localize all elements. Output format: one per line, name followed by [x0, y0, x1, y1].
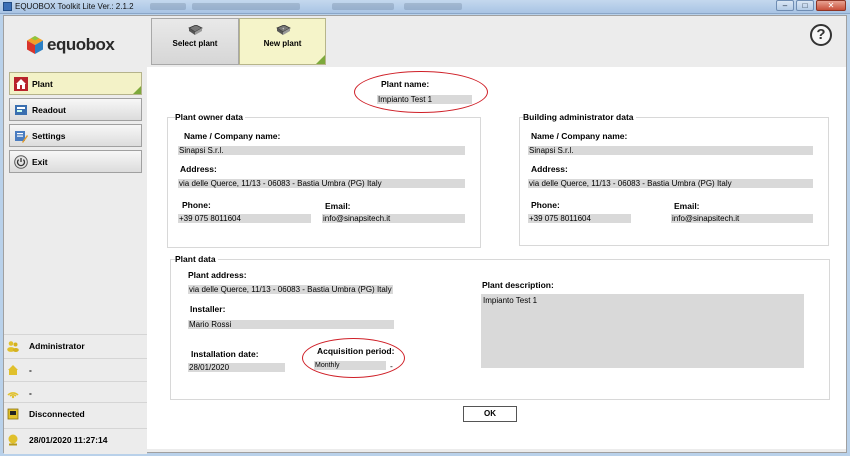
clock-icon — [8, 434, 18, 445]
ok-button[interactable]: OK — [463, 406, 517, 422]
install-date-label: Installation date: — [191, 349, 259, 359]
window-controls: – □ ✕ — [776, 0, 846, 12]
installer-label: Installer: — [190, 304, 226, 314]
installer-field[interactable]: Mario Rossi — [188, 320, 394, 329]
minimize-button[interactable]: – — [776, 0, 794, 11]
owner-title: Plant owner data — [175, 112, 246, 122]
help-icon[interactable]: ? — [810, 24, 832, 46]
admin-title: Building administrator data — [523, 112, 636, 122]
power-icon — [14, 154, 28, 169]
plant-data-title: Plant data — [175, 254, 218, 264]
admin-address-label: Address: — [531, 164, 568, 174]
close-button[interactable]: ✕ — [816, 0, 846, 11]
admin-email-label: Email: — [674, 201, 700, 211]
folder-stack-icon — [188, 25, 203, 35]
settings-icon — [15, 130, 28, 143]
titlebar-blur — [332, 3, 394, 10]
owner-address-field[interactable]: via delle Querce, 11/13 - 06083 - Bastia… — [178, 179, 465, 188]
highlight-ellipse — [354, 71, 488, 113]
device-icon — [7, 408, 19, 419]
signal-icon — [7, 391, 19, 398]
sidebar-item-plant[interactable]: Plant — [9, 72, 142, 95]
sidebar-item-settings[interactable]: Settings — [9, 124, 142, 147]
titlebar-blur — [150, 3, 186, 10]
install-date-field[interactable]: 28/01/2020 — [188, 363, 285, 372]
status-line: - — [4, 358, 147, 380]
plant-description-label: Plant description: — [482, 280, 554, 290]
new-plant-button[interactable]: + New plant — [239, 18, 326, 65]
admin-address-field[interactable]: via delle Querce, 11/13 - 06083 - Bastia… — [528, 179, 813, 188]
sidebar-item-readout[interactable]: Readout — [9, 98, 142, 121]
plant-address-field[interactable]: via delle Querce, 11/13 - 06083 - Bastia… — [188, 285, 393, 294]
status-home-text: - — [29, 364, 32, 375]
sidebar-item-label: Exit — [32, 156, 48, 167]
readout-icon — [15, 104, 27, 115]
select-plant-button[interactable]: Select plant — [151, 18, 239, 65]
status-signal-text: - — [29, 387, 32, 398]
active-corner-marker — [316, 55, 325, 64]
plant-address-label: Plant address: — [188, 270, 247, 280]
window-title: EQUOBOX Toolkit Lite Ver.: 2.1.2 — [15, 2, 134, 11]
admin-name-label: Name / Company name: — [531, 131, 628, 141]
status-line: - — [4, 381, 147, 403]
house-icon — [14, 76, 28, 91]
titlebar-blur — [404, 3, 462, 10]
admin-phone-field[interactable]: +39 075 8011604 — [528, 214, 631, 223]
new-folder-icon: + — [275, 25, 291, 35]
sidebar-item-label: Plant — [32, 78, 53, 89]
admin-phone-label: Phone: — [531, 200, 560, 210]
owner-address-label: Address: — [180, 164, 217, 174]
window-titlebar: EQUOBOX Toolkit Lite Ver.: 2.1.2 – □ ✕ — [0, 0, 850, 14]
app-icon — [3, 2, 12, 11]
new-plant-label: New plant — [263, 39, 302, 48]
cube-logo-icon — [26, 35, 44, 55]
owner-email-field[interactable]: info@sinapsitech.it — [322, 214, 465, 223]
status-connection: Disconnected — [4, 402, 147, 424]
active-corner-marker — [133, 86, 141, 94]
owner-phone-label: Phone: — [182, 200, 211, 210]
sidebar-item-exit[interactable]: Exit — [9, 150, 142, 173]
status-datetime: 28/01/2020 11:27:14 — [4, 428, 147, 450]
sidebar-item-label: Readout — [32, 104, 66, 115]
admin-name-field[interactable]: Sinapsi S.r.l. — [528, 146, 813, 155]
main-panel: Plant name: Impianto Test 1 Plant owner … — [147, 67, 846, 449]
owner-name-field[interactable]: Sinapsi S.r.l. — [178, 146, 465, 155]
status-user: Administrator — [4, 334, 147, 356]
highlight-ellipse — [302, 338, 405, 378]
status-datetime-text: 28/01/2020 11:27:14 — [29, 434, 108, 445]
titlebar-blur — [192, 3, 300, 10]
status-connection-text: Disconnected — [29, 408, 85, 419]
plant-description-field[interactable]: Impianto Test 1 — [481, 294, 804, 368]
sidebar-item-label: Settings — [32, 130, 66, 141]
home-status-icon — [8, 364, 18, 375]
select-plant-label: Select plant — [172, 39, 218, 48]
sidebar: Plant Readout Settings Exit Administrato… — [4, 68, 147, 454]
admin-email-field[interactable]: info@sinapsitech.it — [671, 214, 813, 223]
app-window: equobox Select plant + New plant ? Plant… — [3, 15, 847, 454]
logo-wordmark: equobox — [47, 35, 115, 54]
status-user-text: Administrator — [29, 340, 85, 351]
maximize-button[interactable]: □ — [796, 0, 814, 11]
users-icon — [7, 340, 19, 352]
equobox-logo: equobox — [26, 34, 115, 56]
owner-phone-field[interactable]: +39 075 8011604 — [178, 214, 311, 223]
owner-name-label: Name / Company name: — [184, 131, 281, 141]
owner-email-label: Email: — [325, 201, 351, 211]
